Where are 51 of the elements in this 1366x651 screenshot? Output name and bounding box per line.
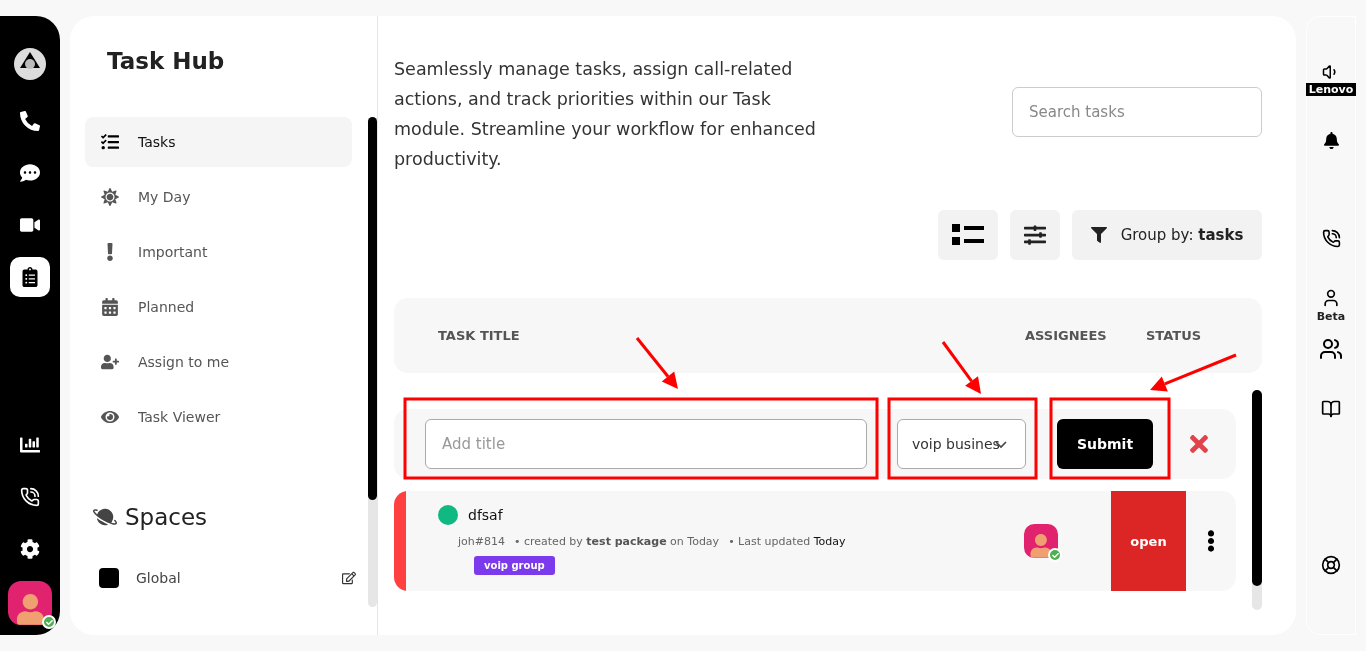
task-id: joh#814 (458, 535, 505, 548)
title-input-field[interactable]: Add title (425, 419, 867, 469)
device-label: Lenovo (1305, 83, 1357, 96)
scrollbar[interactable] (1252, 390, 1262, 610)
nav-item[interactable]: Important (85, 227, 352, 277)
user-plus-icon (100, 353, 120, 371)
lifebuoy-icon[interactable] (1321, 555, 1341, 575)
nav-item[interactable]: Task Viewer (85, 392, 352, 442)
notepad-icon[interactable] (10, 257, 50, 297)
sliders-icon (1024, 224, 1046, 246)
group-select[interactable]: voip busines (897, 419, 1026, 469)
list-icon (952, 224, 984, 246)
logo-icon[interactable] (12, 46, 48, 82)
search-field[interactable]: Search tasks (1012, 87, 1262, 137)
users-icon[interactable] (1319, 337, 1343, 361)
user-icon[interactable] (1321, 288, 1341, 308)
group-by-button[interactable]: Group by: tasks (1072, 210, 1262, 260)
column-header: STATUS (1146, 328, 1203, 343)
spaces-title: Spaces (125, 504, 208, 530)
edit-icon[interactable] (342, 571, 356, 585)
settings-button[interactable] (1010, 210, 1060, 260)
list-view-button[interactable] (938, 210, 998, 260)
intro-text: Seamlessly manage tasks, assign call-related actions, and track priorities within our Task module. Streamline your workflow for enhanced productivity. (394, 58, 817, 171)
task-row[interactable]: dfsaf joh#814 • created by test package on Today • Last updated Today voip group open (394, 491, 1236, 591)
nav-item[interactable]: Planned (85, 282, 352, 332)
person-silhouette-icon (1029, 534, 1053, 558)
beta-label: Beta (1316, 310, 1346, 323)
group-tag: voip group (474, 556, 555, 575)
column-header: TASK TITLE (438, 328, 521, 343)
nav-item[interactable]: Tasks (85, 117, 352, 167)
annotation-arrow (635, 337, 678, 389)
task-title: dfsaf (468, 507, 503, 523)
status-label[interactable]: open (1111, 491, 1186, 591)
column-header: ASSIGNEES (1025, 328, 1108, 343)
submit-button[interactable]: Submit (1057, 419, 1153, 469)
space-name[interactable]: Global (136, 570, 342, 586)
scrollbar[interactable] (368, 117, 377, 607)
created-info: • created by test package on Today (514, 535, 720, 548)
checklist-icon (100, 133, 120, 151)
nav-item[interactable]: Assign to me (85, 337, 352, 387)
updated-info: • Last updated Today (728, 535, 846, 548)
sidebar-title: Task Hub (107, 48, 226, 76)
filter-icon (1090, 227, 1107, 243)
book-icon[interactable] (1321, 399, 1341, 419)
annotation-arrow (941, 341, 981, 394)
sun-icon (100, 188, 120, 206)
eye-icon (100, 408, 120, 426)
person-silhouette-icon (14, 594, 46, 625)
bell-icon[interactable] (1322, 132, 1340, 149)
calendar-icon (100, 298, 120, 316)
nav-item[interactable]: My Day (85, 172, 352, 222)
